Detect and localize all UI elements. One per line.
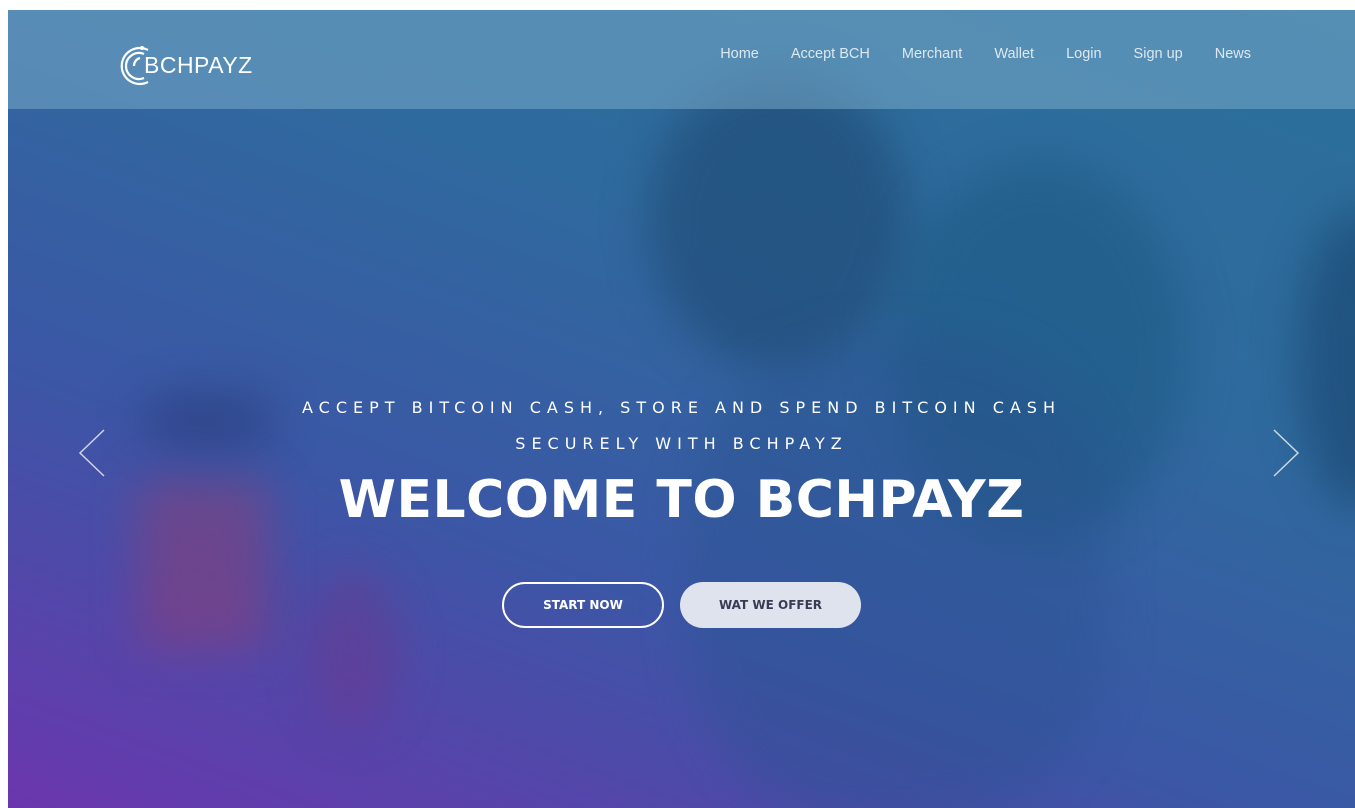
tagline-line-2: SECURELY WITH BCHPAYZ: [515, 434, 848, 453]
nav-sign-up[interactable]: Sign up: [1134, 46, 1183, 62]
nav-news[interactable]: News: [1215, 46, 1251, 62]
nav-merchant[interactable]: Merchant: [902, 46, 962, 62]
nav-wallet[interactable]: Wallet: [994, 46, 1034, 62]
what-we-offer-button[interactable]: WAT WE OFFER: [680, 582, 861, 628]
brand-logo[interactable]: BCHPAYZ: [118, 40, 253, 90]
nav-login[interactable]: Login: [1066, 46, 1101, 62]
hero-buttons: START NOW WAT WE OFFER: [8, 582, 1355, 628]
nav-accept-bch[interactable]: Accept BCH: [791, 46, 870, 62]
hero-slider: BCHPAYZ Home Accept BCH Merchant Wallet …: [8, 10, 1355, 808]
nav-home[interactable]: Home: [720, 46, 759, 62]
main-nav: Home Accept BCH Merchant Wallet Login Si…: [688, 46, 1251, 62]
tagline-line-1: ACCEPT BITCOIN CASH, STORE AND SPEND BIT…: [302, 398, 1061, 417]
hero-headline: WELCOME TO BCHPAYZ: [338, 470, 1025, 530]
logo-text: BCHPAYZ: [144, 51, 253, 78]
start-now-button[interactable]: START NOW: [502, 582, 664, 628]
hero-tagline: ACCEPT BITCOIN CASH, STORE AND SPEND BIT…: [8, 390, 1355, 462]
top-navbar: BCHPAYZ Home Accept BCH Merchant Wallet …: [8, 10, 1355, 109]
background-photo-blur: [1298, 210, 1355, 510]
background-photo-blur: [648, 70, 908, 370]
